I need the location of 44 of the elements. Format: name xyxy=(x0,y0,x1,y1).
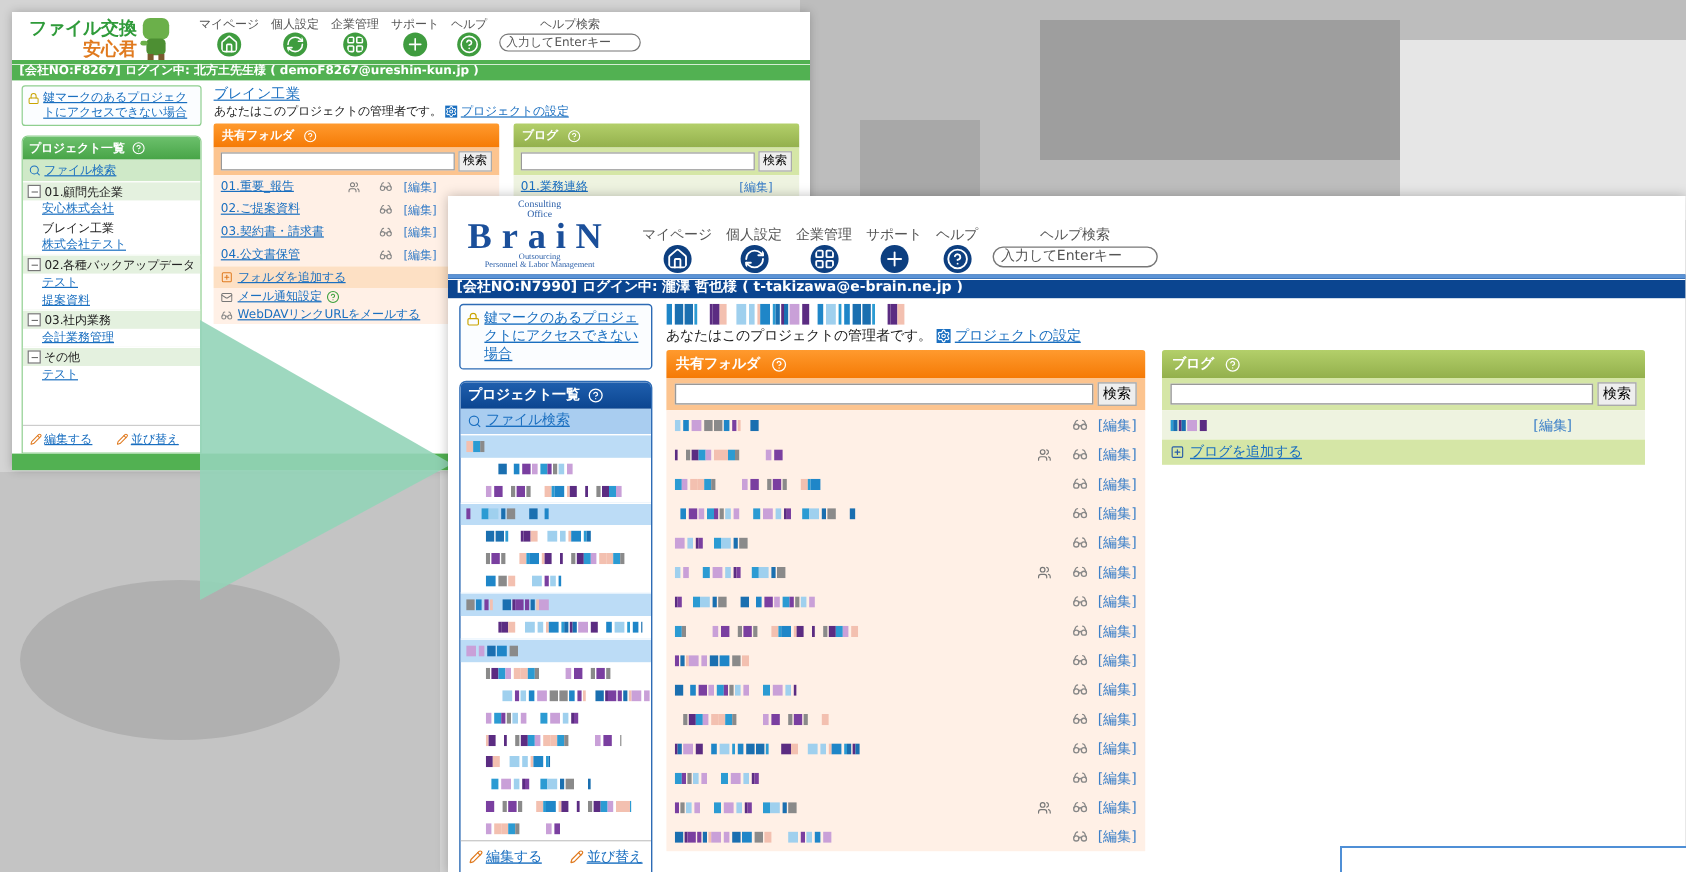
logo-wordmark: ファイル交換 xyxy=(28,16,137,39)
collapse-icon[interactable] xyxy=(27,258,41,272)
pixelated-text xyxy=(466,599,552,611)
refresh-icon xyxy=(740,245,769,273)
pixelated-text xyxy=(485,734,622,746)
logo-wordmark: 安心君 xyxy=(82,38,137,60)
grid-icon xyxy=(343,32,368,57)
pixelated-text xyxy=(466,508,549,521)
pixelated-text xyxy=(485,712,581,724)
help-icon xyxy=(943,245,972,273)
pixelated-text xyxy=(485,778,591,791)
search-field[interactable] xyxy=(1170,383,1594,405)
pixelated-text xyxy=(674,801,800,813)
logo-wordmark: BraiN xyxy=(467,219,612,254)
search-field[interactable] xyxy=(674,383,1094,405)
home-icon xyxy=(663,245,692,273)
pixelated-text xyxy=(485,667,612,679)
grid-icon xyxy=(810,245,839,273)
gear-icon xyxy=(445,105,458,118)
pixelated-text xyxy=(485,756,551,768)
project-group[interactable] xyxy=(460,501,651,526)
collapse-icon[interactable] xyxy=(27,313,41,327)
search-field[interactable] xyxy=(520,152,755,171)
pixelated-text xyxy=(674,683,797,696)
project-group[interactable] xyxy=(460,592,651,617)
project-group[interactable] xyxy=(460,433,651,458)
pixelated-text xyxy=(485,531,593,543)
pixelated-text xyxy=(485,575,562,587)
search-field[interactable] xyxy=(220,152,455,171)
collapse-icon[interactable] xyxy=(27,184,41,198)
plus-icon xyxy=(880,245,909,273)
help-icon xyxy=(457,32,482,57)
pixelated-text xyxy=(485,485,623,497)
project-group[interactable] xyxy=(460,638,651,662)
collapse-icon[interactable] xyxy=(27,350,41,364)
refresh-icon xyxy=(283,32,308,57)
mascot-drawing xyxy=(139,15,173,62)
pixelated-text xyxy=(466,645,518,657)
pixelated-text xyxy=(485,823,560,835)
home-icon xyxy=(217,32,242,57)
pixelated-text xyxy=(1170,419,1210,431)
pixelated-text xyxy=(674,419,759,431)
gear-icon xyxy=(936,329,951,343)
plus-icon xyxy=(403,32,428,57)
